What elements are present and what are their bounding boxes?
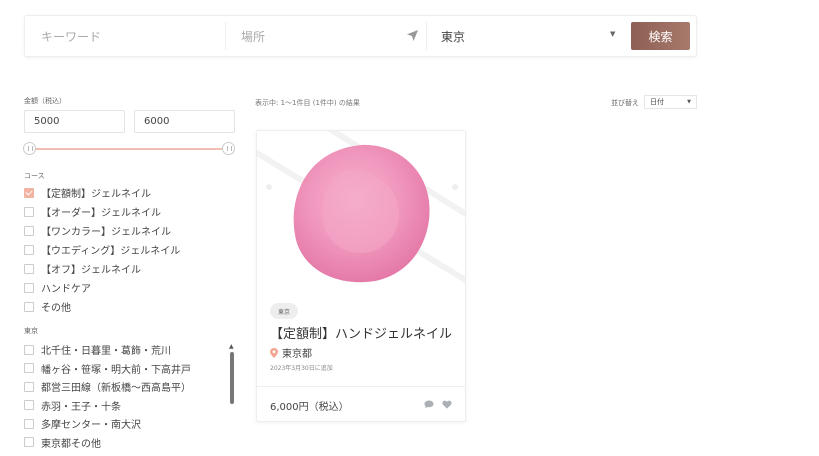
course-checkbox-row[interactable]: 【オフ】ジェルネイル <box>24 261 141 276</box>
card-location: 東京都 <box>270 345 312 360</box>
area-checkbox-row[interactable]: 赤羽・王子・十条 <box>24 398 121 413</box>
map-pin-icon <box>270 347 278 358</box>
area-checkbox-row[interactable]: 北千住・日暮里・葛飾・荒川 <box>24 342 171 357</box>
checkbox[interactable] <box>24 437 34 447</box>
checkbox[interactable] <box>24 363 34 373</box>
chevron-down-icon: ▼ <box>687 99 691 105</box>
area-checkbox-label: 東京都その他 <box>41 438 101 450</box>
price-slider-track <box>30 148 228 150</box>
area-checkbox-row[interactable]: 東京都その他 <box>24 435 101 450</box>
price-max-input[interactable]: 6000 <box>134 110 235 133</box>
checkbox[interactable] <box>24 400 34 410</box>
course-checkbox-label: 【オフ】ジェルネイル <box>41 265 141 276</box>
checkbox[interactable] <box>24 206 34 217</box>
card-title[interactable]: 【定額制】ハンドジェルネイル <box>270 323 452 342</box>
checkbox[interactable] <box>24 301 34 312</box>
checkbox[interactable] <box>24 244 34 255</box>
result-card[interactable]: 東京 【定額制】ハンドジェルネイル 東京都 2023年3月30日に追加 6,00… <box>256 130 466 422</box>
checkbox[interactable] <box>24 344 34 355</box>
card-location-text: 東京都 <box>282 349 312 360</box>
card-date: 2023年3月30日に追加 <box>270 365 333 372</box>
area-checkbox-row[interactable]: 都営三田線（新板橋〜西高島平） <box>24 379 191 394</box>
course-checkbox-label: その他 <box>41 303 71 314</box>
comment-icon[interactable] <box>424 400 434 409</box>
results-count: 表示中: 1〜1件目 (1件中) の結果 <box>255 99 360 107</box>
search-button[interactable]: 検索 <box>631 22 690 50</box>
course-checkbox-label: 【オーダー】ジェルネイル <box>41 208 161 219</box>
heart-icon[interactable] <box>442 400 452 409</box>
card-badge: 東京 <box>270 303 299 319</box>
keyword-input[interactable]: キーワード <box>25 16 225 56</box>
course-checkbox-row[interactable]: 【オーダー】ジェルネイル <box>24 204 161 219</box>
course-label: コース <box>24 172 45 180</box>
place-input[interactable]: 場所 <box>226 16 426 56</box>
course-checkbox-label: 【ワンカラー】ジェルネイル <box>41 227 171 238</box>
checkbox[interactable] <box>24 381 34 392</box>
area-checkbox-label: 都営三田線（新板橋〜西高島平） <box>41 383 191 394</box>
chevron-down-icon: ▼ <box>610 30 616 38</box>
sort-select[interactable]: 日付 ▼ <box>644 95 697 109</box>
checkbox[interactable] <box>24 263 34 274</box>
course-checkbox-label: ハンドケア <box>41 284 91 295</box>
course-checkbox-label: 【定額制】ジェルネイル <box>41 189 151 200</box>
area-checkbox-label: 赤羽・王子・十条 <box>41 401 121 413</box>
area-checkbox-label: 多摩センター・南大沢 <box>41 420 141 431</box>
course-checkbox-row[interactable]: ハンドケア <box>24 280 91 295</box>
card-price: 6,000円（税込） <box>270 402 349 413</box>
area-label: 東京 <box>24 327 38 335</box>
checkbox[interactable] <box>24 225 34 236</box>
course-checkbox-row[interactable]: 【定額制】ジェルネイル <box>24 185 151 200</box>
price-slider-min-handle[interactable] <box>23 142 36 155</box>
sort-label: 並び替え <box>611 99 639 107</box>
course-checkbox-row[interactable]: 【ワンカラー】ジェルネイル <box>24 223 171 238</box>
price-min-input[interactable]: 5000 <box>24 110 125 133</box>
course-checkbox-row[interactable]: その他 <box>24 299 71 314</box>
area-checkbox-row[interactable]: 幡ヶ谷・笹塚・明大前・下高井戸 <box>24 361 191 376</box>
price-slider-max-handle[interactable] <box>222 142 235 155</box>
location-arrow-icon[interactable] <box>407 30 418 41</box>
area-checkbox-row[interactable]: 多摩センター・南大沢 <box>24 416 141 431</box>
checkbox[interactable] <box>24 282 34 293</box>
prefecture-select[interactable]: 東京 <box>427 16 627 56</box>
card-image[interactable] <box>257 131 465 289</box>
area-checkbox-label: 幡ヶ谷・笹塚・明大前・下高井戸 <box>41 364 191 376</box>
area-checkbox-label: 北千住・日暮里・葛飾・荒川 <box>41 346 171 357</box>
price-label: 金額（税込） <box>24 97 66 105</box>
checkbox[interactable] <box>24 418 34 429</box>
sort-value: 日付 <box>650 98 664 106</box>
search-bar: キーワード 場所 東京 ▼ 検索 <box>24 15 697 57</box>
divider <box>257 386 465 387</box>
scroll-up-icon[interactable]: ▲ <box>229 343 234 350</box>
course-checkbox-row[interactable]: 【ウエディング】ジェルネイル <box>24 242 180 257</box>
area-scrollbar[interactable] <box>230 352 234 404</box>
course-checkbox-label: 【ウエディング】ジェルネイル <box>41 246 181 257</box>
checkbox[interactable] <box>24 187 34 198</box>
